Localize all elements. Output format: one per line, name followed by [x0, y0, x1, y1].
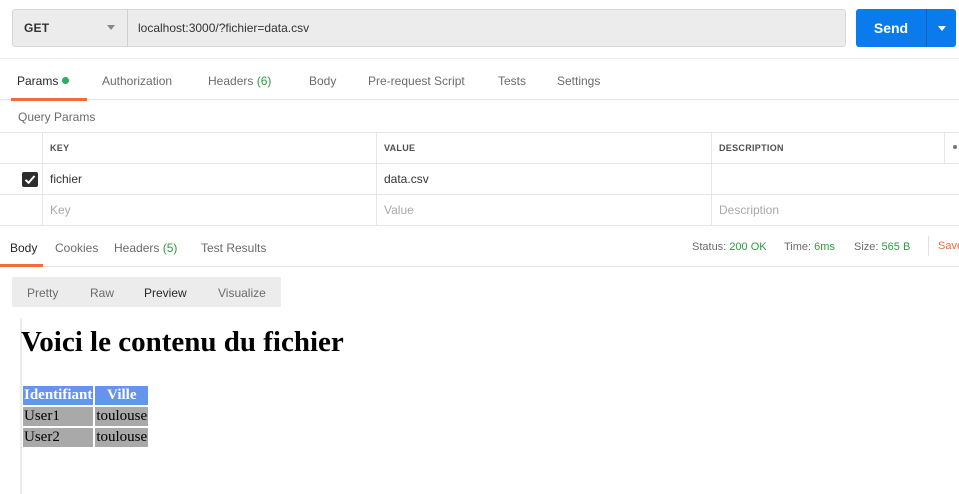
params-row-check-cell — [0, 164, 43, 194]
time-value: 6ms — [814, 241, 835, 253]
view-preview-button[interactable]: Preview — [144, 277, 187, 307]
response-tab-cookies-label: Cookies — [55, 241, 99, 255]
tab-headers-count: (6) — [256, 74, 272, 88]
tab-body-label: Body — [309, 74, 337, 88]
tab-tests-label: Tests — [498, 74, 527, 88]
method-label: GET — [24, 21, 50, 35]
params-active-dot-icon — [62, 77, 70, 84]
response-size: Size: 565 B — [854, 226, 910, 266]
tab-authorization[interactable]: Authorization — [102, 59, 172, 100]
tab-pre-request-script-label: Pre-request Script — [368, 74, 465, 88]
response-tab-headers[interactable]: Headers (5) — [114, 226, 177, 266]
tab-settings[interactable]: Settings — [557, 59, 600, 100]
tab-pre-request-script[interactable]: Pre-request Script — [368, 59, 465, 100]
size-label: Size: — [854, 241, 879, 253]
table-row: User1 toulouse — [23, 407, 149, 426]
tab-tests[interactable]: Tests — [498, 59, 526, 100]
tab-headers-label: Headers — [208, 74, 254, 88]
size-value: 565 B — [881, 241, 911, 253]
tab-params[interactable]: Params — [10, 59, 88, 101]
response-status: Status: 200 OK — [692, 226, 767, 266]
csv-cell-ville: toulouse — [95, 428, 149, 447]
send-options-button[interactable] — [927, 9, 956, 47]
response-tab-cookies[interactable]: Cookies — [55, 226, 98, 266]
csv-header-ville: Ville — [95, 386, 149, 405]
tab-authorization-label: Authorization — [102, 74, 173, 88]
csv-cell-identifiant: User1 — [23, 407, 94, 426]
params-header-description: DESCRIPTION — [712, 133, 945, 163]
query-params-table: KEY VALUE DESCRIPTION fichier data.csv K… — [0, 132, 959, 226]
param-description-field[interactable] — [712, 164, 959, 194]
params-row: fichier data.csv — [0, 164, 959, 195]
tab-headers[interactable]: Headers (6) — [208, 59, 271, 100]
view-visualize-button[interactable]: Visualize — [218, 277, 266, 307]
param-value-field[interactable]: data.csv — [377, 164, 712, 194]
table-row: User2 toulouse — [23, 428, 149, 447]
params-header-check-cell — [0, 133, 43, 163]
param-key-field[interactable]: fichier — [43, 164, 377, 194]
params-new-row-check-cell — [0, 195, 43, 225]
params-new-row: Key Value Description — [0, 195, 959, 226]
response-tab-body-label: Body — [10, 241, 38, 255]
response-view-toolbar: Pretty Raw Preview Visualize — [12, 277, 281, 307]
response-tab-headers-count: (5) — [162, 241, 178, 255]
csv-header-row: Identifiant Ville — [23, 386, 149, 405]
response-tab-test-results[interactable]: Test Results — [201, 226, 266, 266]
query-params-heading: Query Params — [18, 110, 96, 124]
time-label: Time: — [784, 241, 812, 253]
chevron-down-icon — [107, 25, 115, 30]
send-button[interactable]: Send — [856, 9, 926, 47]
url-input[interactable] — [127, 9, 846, 47]
chevron-down-icon — [937, 25, 946, 31]
csv-header-identifiant: Identifiant — [23, 386, 94, 405]
tab-params-label: Params — [17, 74, 59, 88]
request-tabs: Params Authorization Headers (6) Body Pr… — [0, 58, 959, 101]
response-tab-body[interactable]: Body — [0, 226, 44, 267]
request-bar: GET Send — [0, 0, 959, 58]
method-select[interactable]: GET — [12, 9, 128, 47]
response-tab-test-results-label: Test Results — [201, 241, 267, 255]
csv-cell-identifiant: User2 — [23, 428, 94, 447]
params-header-value: VALUE — [377, 133, 712, 163]
status-value: 200 OK — [729, 241, 767, 253]
params-header-row: KEY VALUE DESCRIPTION — [0, 133, 959, 164]
params-header-key: KEY — [43, 133, 377, 163]
more-options-icon[interactable] — [953, 145, 957, 149]
preview-csv-table: Identifiant Ville User1 toulouse User2 t… — [21, 384, 150, 449]
response-time: Time: 6ms — [784, 226, 835, 266]
tab-settings-label: Settings — [557, 74, 601, 88]
preview-heading: Voici le contenu du fichier — [21, 326, 344, 358]
view-pretty-button[interactable]: Pretty — [27, 277, 58, 307]
response-tab-headers-label: Headers — [114, 241, 160, 255]
tab-body[interactable]: Body — [309, 59, 336, 100]
send-button-group: Send — [856, 9, 956, 47]
new-param-value-input[interactable]: Value — [377, 195, 712, 225]
param-enabled-checkbox[interactable] — [22, 172, 38, 187]
csv-cell-ville: toulouse — [95, 407, 149, 426]
view-raw-button[interactable]: Raw — [90, 277, 114, 307]
new-param-description-input[interactable]: Description — [712, 195, 959, 225]
checkmark-icon — [24, 175, 36, 185]
status-label: Status: — [692, 241, 727, 253]
new-param-key-input[interactable]: Key — [43, 195, 377, 225]
save-response-button[interactable]: Save — [928, 236, 959, 256]
response-tabs: Body Cookies Headers (5) Test Results St… — [0, 226, 959, 267]
